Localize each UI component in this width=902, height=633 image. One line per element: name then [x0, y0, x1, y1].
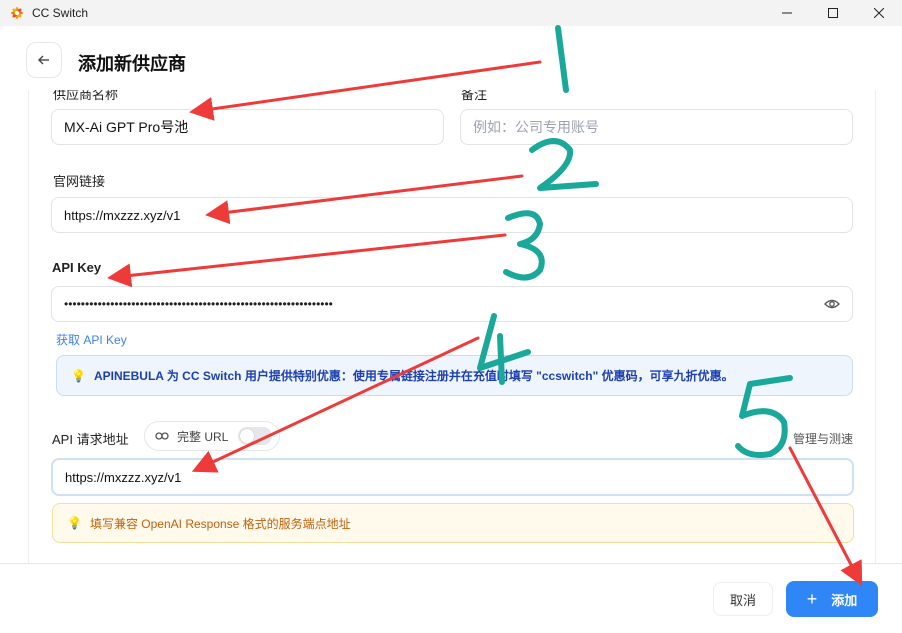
provider-name-label: 供应商名称 — [53, 90, 119, 102]
window-title: CC Switch — [32, 6, 89, 20]
app-logo-icon — [11, 7, 23, 19]
close-window-button[interactable] — [856, 0, 902, 26]
plus-icon: + — [806, 588, 818, 609]
full-url-toggle[interactable]: 完整 URL — [144, 421, 280, 451]
dialog-footer: 取消 + 添加 — [0, 563, 902, 633]
get-api-key-link[interactable]: 获取 API Key — [56, 331, 127, 348]
api-key-input[interactable]: ••••••••••••••••••••••••••••••••••••••••… — [51, 286, 853, 322]
provider-name-input[interactable]: MX-Ai GPT Pro号池 — [51, 109, 444, 145]
maximize-button[interactable] — [810, 0, 856, 26]
full-url-label: 完整 URL — [177, 429, 229, 444]
page-header: 添加新供应商 — [0, 26, 902, 92]
endpoint-label: API 请求地址 — [52, 432, 129, 447]
api-key-label: API Key — [52, 260, 102, 275]
minimize-icon — [782, 12, 792, 14]
notes-input[interactable]: 例如：公司专用账号 — [460, 109, 853, 145]
window-titlebar: CC Switch — [0, 0, 902, 26]
endpoint-input[interactable]: https://mxzzz.xyz/v1 — [51, 458, 854, 496]
app-window: 添加新供应商 供应商名称 MX-Ai GPT Pro号池 备注 例如：公司专用账… — [0, 26, 902, 633]
close-icon — [874, 8, 884, 18]
notes-label: 备注 — [461, 90, 488, 102]
lightbulb-icon: 💡 — [71, 368, 86, 383]
promo-info-box: 💡 APINEBULA 为 CC Switch 用户提供特别优惠：使用专属链接注… — [56, 355, 853, 396]
lightbulb-icon: 💡 — [67, 516, 82, 530]
back-button[interactable] — [26, 42, 62, 78]
add-button[interactable]: + 添加 — [786, 581, 878, 617]
website-input[interactable]: https://mxzzz.xyz/v1 — [51, 197, 853, 233]
website-label: 官网链接 — [53, 174, 106, 189]
minimize-button[interactable] — [764, 0, 810, 26]
maximize-icon — [828, 8, 838, 18]
api-key-masked-value: ••••••••••••••••••••••••••••••••••••••••… — [64, 297, 333, 311]
form-scroll-area[interactable]: 供应商名称 MX-Ai GPT Pro号池 备注 例如：公司专用账号 官网链接 … — [28, 90, 876, 564]
eye-icon[interactable] — [824, 298, 840, 310]
link-icon — [155, 432, 169, 440]
page-title: 添加新供应商 — [78, 54, 186, 74]
full-url-switch[interactable] — [238, 427, 273, 445]
endpoint-hint-text: 填写兼容 OpenAI Response 格式的服务端点地址 — [89, 516, 351, 531]
manage-speedtest-link[interactable]: 管理与测速 — [793, 430, 853, 447]
endpoint-hint-box: 💡 填写兼容 OpenAI Response 格式的服务端点地址 — [52, 503, 854, 543]
switch-knob — [240, 429, 255, 443]
arrow-left-icon — [38, 55, 49, 65]
promo-text: APINEBULA 为 CC Switch 用户提供特别优惠：使用专属链接注册并… — [93, 369, 734, 383]
cancel-button[interactable]: 取消 — [713, 582, 773, 616]
add-button-label: 添加 — [831, 592, 858, 608]
